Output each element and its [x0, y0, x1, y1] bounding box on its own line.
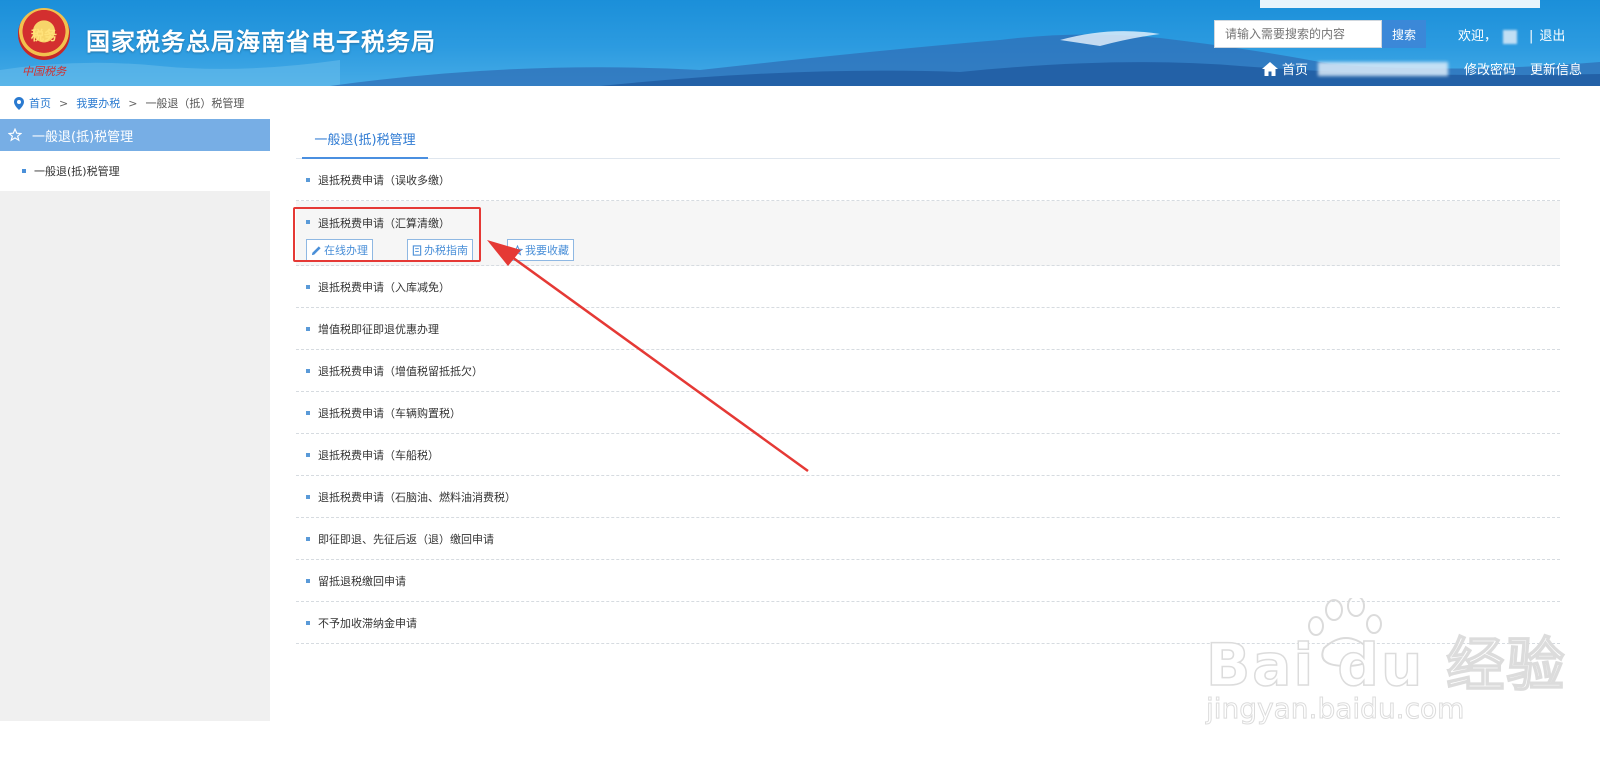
tab-bar: 一般退(抵)税管理	[296, 119, 1560, 159]
list-item[interactable]: 退抵税费申请（误收多缴）	[296, 159, 1560, 201]
list-item-label[interactable]: 退抵税费申请（入库减免）	[318, 279, 450, 295]
list-item-label[interactable]: 即征即退、先征后返（退）缴回申请	[318, 531, 494, 547]
redacted-company	[1318, 61, 1449, 76]
tax-emblem-logo: 税务	[18, 8, 70, 60]
list-item-label[interactable]: 增值税即征即退优惠办理	[318, 321, 439, 337]
list-item[interactable]: 即征即退、先征后返（退）缴回申请	[296, 518, 1560, 560]
main-content: 一般退(抵)税管理 退抵税费申请（误收多缴） 退抵税费申请（汇算清缴） 在线办理	[296, 119, 1560, 644]
sidebar-header-label: 一般退(抵)税管理	[32, 129, 134, 145]
search-button[interactable]: 搜索	[1382, 20, 1426, 48]
breadcrumb-sep: >	[59, 96, 69, 110]
change-password-link[interactable]: 修改密码	[1464, 59, 1516, 78]
online-handle-button[interactable]: 在线办理	[306, 239, 373, 261]
sidebar-header[interactable]: 一般退(抵)税管理	[0, 119, 270, 151]
bullet-icon	[306, 220, 310, 224]
home-icon	[1262, 61, 1278, 76]
bullet-icon	[306, 578, 310, 583]
list-item[interactable]: 增值税即征即退优惠办理	[296, 308, 1560, 350]
breadcrumb: 首页 > 我要办税 > 一般退（抵）税管理	[14, 95, 244, 111]
bullet-icon	[306, 177, 310, 182]
logout-link[interactable]: 退出	[1539, 29, 1565, 44]
bullet-icon	[306, 494, 310, 499]
breadcrumb-sep: >	[128, 96, 138, 110]
bullet-icon	[22, 169, 26, 173]
bullet-icon	[306, 536, 310, 541]
site-title: 国家税务总局海南省电子税务局	[86, 28, 436, 56]
sidebar: 一般退(抵)税管理 一般退(抵)税管理	[0, 119, 270, 721]
list-item[interactable]: 留抵退税缴回申请	[296, 560, 1560, 602]
emblem-script-text: 中国税务	[22, 65, 66, 78]
watermark-brand: Bai du 经验	[1205, 630, 1567, 700]
bullet-icon	[306, 368, 310, 373]
list-item-label[interactable]: 退抵税费申请（车辆购置税）	[318, 405, 461, 421]
bullet-icon	[306, 326, 310, 331]
user-bar: 欢迎， | 退出	[1458, 25, 1565, 44]
breadcrumb-home[interactable]: 首页	[29, 95, 51, 111]
sidebar-item-refund-management[interactable]: 一般退(抵)税管理	[0, 151, 270, 191]
breadcrumb-current: 一般退（抵）税管理	[145, 97, 245, 110]
pencil-icon	[311, 245, 321, 255]
location-pin-icon	[14, 96, 24, 110]
bullet-icon	[306, 410, 310, 415]
update-info-link[interactable]: 更新信息	[1530, 59, 1582, 78]
tax-guide-button[interactable]: 办税指南	[407, 239, 473, 261]
list-item-label[interactable]: 退抵税费申请（误收多缴）	[318, 172, 450, 188]
star-outline-icon	[512, 244, 523, 256]
list-item-label[interactable]: 退抵税费申请（汇算清缴）	[318, 215, 450, 231]
tab-refund-management[interactable]: 一般退(抵)税管理	[302, 119, 428, 159]
redacted-username	[1503, 29, 1518, 44]
list-item-label[interactable]: 退抵税费申请（石脑油、燃料油消费税）	[318, 489, 516, 505]
home-link[interactable]: 首页	[1282, 59, 1308, 78]
service-list: 退抵税费申请（误收多缴） 退抵税费申请（汇算清缴） 在线办理 办税指南 我要收藏…	[296, 159, 1560, 644]
list-item-label[interactable]: 退抵税费申请（增值税留抵抵欠）	[318, 363, 483, 379]
list-item[interactable]: 退抵税费申请（车船税）	[296, 434, 1560, 476]
top-nav: 首页 修改密码 更新信息	[1262, 59, 1582, 78]
favorite-button[interactable]: 我要收藏	[507, 239, 574, 261]
star-outline-icon	[8, 128, 22, 142]
search-input[interactable]	[1214, 20, 1382, 48]
bullet-icon	[306, 284, 310, 289]
list-item[interactable]: 退抵税费申请（增值税留抵抵欠）	[296, 350, 1560, 392]
list-item-expanded[interactable]: 退抵税费申请（汇算清缴） 在线办理 办税指南 我要收藏	[296, 201, 1560, 266]
site-header: 税务 中国税务 国家税务总局海南省电子税务局 搜索 欢迎， | 退出 首页 修改密码…	[0, 0, 1600, 86]
separator: |	[1529, 29, 1534, 44]
document-icon	[412, 244, 422, 256]
watermark-url: jingyan.baidu.com	[1205, 692, 1465, 726]
sidebar-item-label: 一般退(抵)税管理	[34, 165, 120, 178]
list-item-label[interactable]: 不予加收滞纳金申请	[318, 615, 417, 631]
list-item[interactable]: 退抵税费申请（车辆购置税）	[296, 392, 1560, 434]
item-actions: 在线办理 办税指南 我要收藏	[306, 239, 608, 261]
list-item-label[interactable]: 退抵税费申请（车船税）	[318, 447, 439, 463]
list-item[interactable]: 退抵税费申请（入库减免）	[296, 266, 1560, 308]
breadcrumb-level2[interactable]: 我要办税	[76, 95, 120, 111]
bullet-icon	[306, 452, 310, 457]
list-item[interactable]: 退抵税费申请（石脑油、燃料油消费税）	[296, 476, 1560, 518]
bullet-icon	[306, 620, 310, 625]
list-item-label[interactable]: 留抵退税缴回申请	[318, 573, 406, 589]
welcome-text: 欢迎，	[1458, 29, 1498, 44]
